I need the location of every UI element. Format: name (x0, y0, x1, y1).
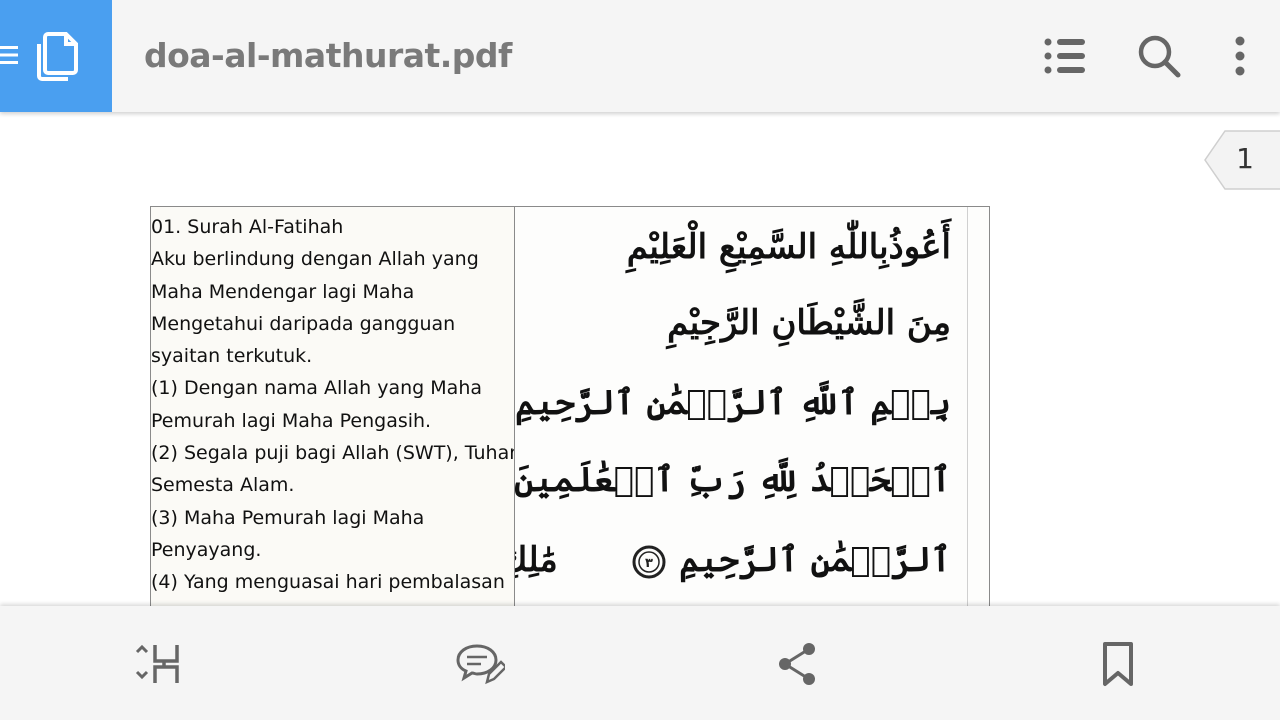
ayah-marker-3-icon: ٣ (632, 545, 666, 579)
more-vert-icon (1235, 36, 1245, 76)
menu-icon (0, 46, 18, 64)
translation-line: Penyayang. (151, 538, 262, 561)
pdf-page-table: 01. Surah Al-Fatihah Aku berlindung denga… (150, 206, 990, 627)
arabic-line-2: مِنَ الشَّيْطَانِ الرَّجِيْمِ (667, 303, 951, 343)
bottom-toolbar (0, 606, 1280, 720)
document-icon (37, 32, 78, 81)
translation-line: (4) Yang menguasai hari pembalasan (151, 571, 505, 594)
translation-line: (1) Dengan nama Allah yang Maha (151, 377, 483, 400)
page-indicator[interactable]: 1 (1203, 130, 1280, 190)
top-app-bar: doa-al-mathurat.pdf (0, 0, 1280, 112)
maliki-text: مَٰلِكِ يَوۡمِ (515, 540, 558, 580)
arabic-line-1: أَعُوذُبِاللّٰهِ السَّمِيْعِ الْعَلِيْمِ (626, 227, 951, 267)
translation-line: Pemurah lagi Maha Pengasih. (151, 409, 432, 432)
column-rule (967, 207, 968, 627)
translation-line: Maha Mendengar lagi Maha (151, 280, 415, 303)
translation-text: 01. Surah Al-Fatihah Aku berlindung denga… (151, 211, 515, 627)
reflow-button[interactable] (130, 636, 186, 692)
arabic-column: أَعُوذُبِاللّٰهِ السَّمِيْعِ الْعَلِيْمِ… (515, 207, 989, 627)
share-icon (779, 643, 815, 685)
translation-line: Semesta Alam. (151, 474, 295, 497)
file-title: doa-al-mathurat.pdf (144, 36, 512, 75)
comment-icon (456, 644, 505, 685)
arrahman-text: ٱلرَّحۡمَٰنِ ٱلرَّحِيمِ (679, 540, 951, 580)
translation-line: (3) Maha Pemurah lagi Maha (151, 506, 425, 529)
comment-button[interactable] (452, 636, 508, 692)
translation-line: 01. Surah Al-Fatihah (151, 216, 344, 238)
translation-line: Aku berlindung dengan Allah yang (151, 248, 479, 271)
search-button[interactable] (1131, 28, 1187, 84)
basmalah-text: بِسۡمِ ٱللَّهِ ٱلرَّحۡمَٰنِ ٱلرَّحِيمِ (515, 383, 951, 423)
more-options-button[interactable] (1212, 28, 1268, 84)
ayah-number-3: ٣ (645, 556, 653, 571)
arabic-line-3: بِسۡمِ ٱللَّهِ ٱلرَّحۡمَٰنِ ٱلرَّحِيمِ ١ (515, 382, 951, 423)
search-icon (1138, 35, 1181, 78)
bookmark-button[interactable] (1090, 636, 1146, 692)
translation-line: (2) Segala puji bagi Allah (SWT), Tuhan (151, 442, 515, 465)
reflow-icon (135, 644, 179, 683)
bookmark-icon (1103, 642, 1133, 686)
translation-column: 01. Surah Al-Fatihah Aku berlindung denga… (151, 207, 515, 627)
list-icon (1044, 38, 1085, 74)
alhamdu-text: ٱلۡحَمۡدُ لِلَّهِ رَبِّ ٱلۡعَٰلَمِينَ (515, 460, 951, 500)
navigation-button[interactable] (0, 0, 112, 112)
arabic-line-4: ٱلۡحَمۡدُ لِلَّهِ رَبِّ ٱلۡعَٰلَمِينَ ٢ (515, 459, 951, 500)
pdf-viewer: doa-al-mathurat.pdf 1 01. Surah Al-Fatih… (0, 0, 1280, 720)
share-button[interactable] (770, 636, 826, 692)
translation-line: syaitan terkutuk. (151, 345, 313, 368)
page-number: 1 (1236, 142, 1254, 175)
arabic-line-5: ٱلرَّحۡمَٰنِ ٱلرَّحِيمِ ٣ مَٰلِكِ يَوۡمِ (515, 539, 951, 580)
translation-line: Mengetahui daripada gangguan (151, 312, 456, 335)
outline-button[interactable] (1037, 28, 1093, 84)
